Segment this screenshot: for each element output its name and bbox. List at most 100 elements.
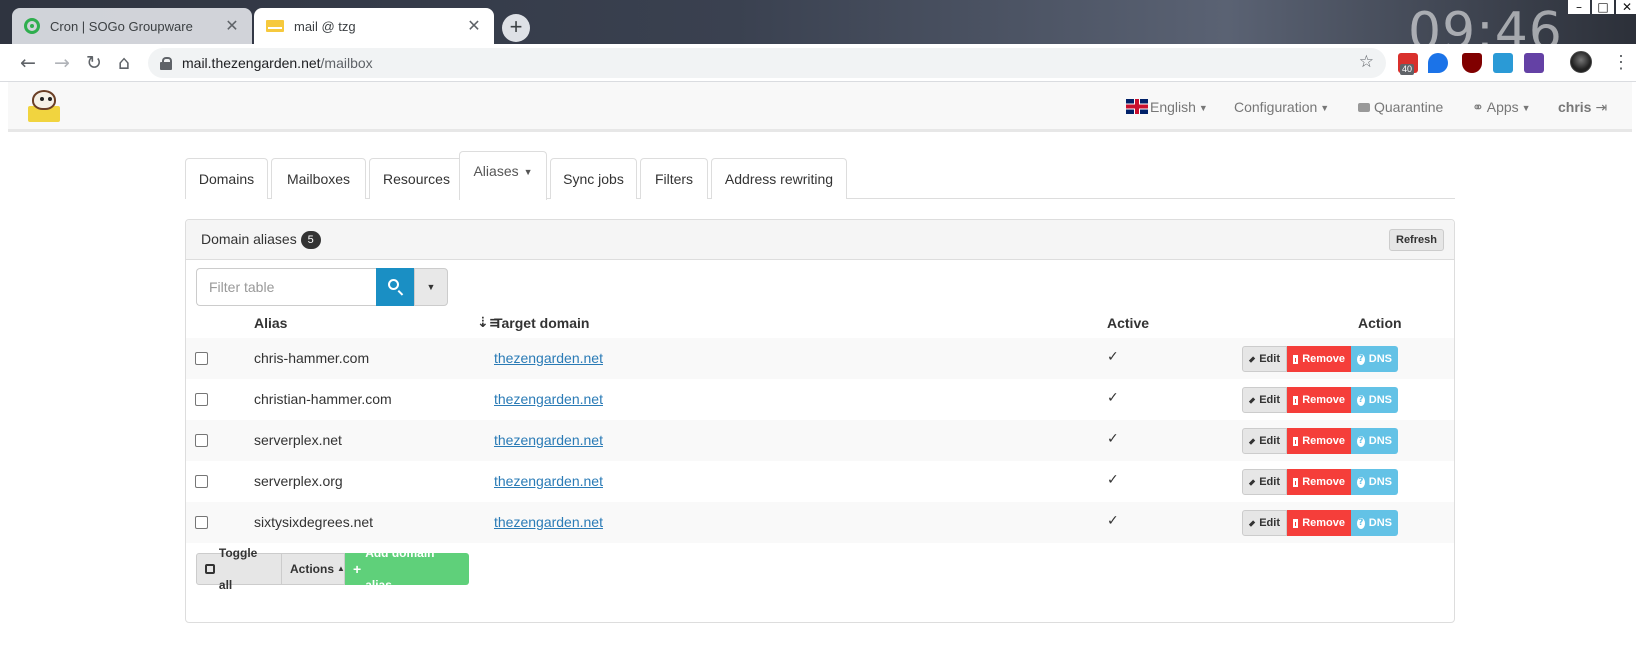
target-domain-link[interactable]: thezengarden.net (494, 473, 603, 489)
remove-button[interactable]: Remove (1287, 387, 1351, 413)
profile-avatar[interactable] (1570, 51, 1592, 73)
table-header: Alias ⇣≡ Target domain Active Action (186, 305, 1454, 342)
uk-flag-icon (1126, 99, 1148, 114)
filter-options-dropdown[interactable]: ▼ (414, 268, 448, 306)
remove-button[interactable]: Remove (1287, 428, 1351, 454)
window-minimize-button[interactable]: – (1568, 0, 1590, 14)
edit-button[interactable]: Edit (1242, 510, 1287, 536)
remove-button[interactable]: Remove (1287, 346, 1351, 372)
dns-button[interactable]: ? DNS (1351, 510, 1398, 536)
language-menu[interactable]: English ▼ (1126, 82, 1208, 132)
tab-filters[interactable]: Filters (640, 158, 708, 199)
table-footer-actions: Toggle all Actions ▲ + Add domain alias (196, 546, 469, 592)
remove-button[interactable]: Remove (1287, 510, 1351, 536)
edit-label: Edit (1259, 517, 1280, 529)
target-domain-link[interactable]: thezengarden.net (494, 391, 603, 407)
new-tab-button[interactable]: + (502, 14, 530, 42)
dns-button[interactable]: ? DNS (1351, 469, 1398, 495)
edit-button[interactable]: Edit (1242, 469, 1287, 495)
language-label: English (1150, 99, 1196, 115)
edit-button[interactable]: Edit (1242, 346, 1287, 372)
tab-mailboxes[interactable]: Mailboxes (271, 158, 366, 199)
pencil-icon (1248, 478, 1256, 486)
row-checkbox[interactable] (195, 516, 208, 529)
browser-tab-sogo[interactable]: Cron | SOGo Groupware ✕ (12, 8, 252, 44)
user-logout-link[interactable]: chris ⇥ (1558, 82, 1607, 132)
target-domain-link[interactable]: thezengarden.net (494, 514, 603, 530)
window-close-button[interactable]: ✕ (1616, 0, 1636, 14)
tab-aliases[interactable]: Aliases ▼ (459, 151, 547, 200)
close-tab-icon[interactable]: ✕ (466, 16, 482, 36)
back-icon[interactable]: ← (16, 51, 40, 75)
row-checkbox[interactable] (195, 393, 208, 406)
lock-icon (160, 57, 172, 70)
dns-label: DNS (1368, 517, 1392, 529)
remove-label: Remove (1302, 394, 1345, 406)
home-icon[interactable]: ⌂ (112, 51, 136, 75)
target-domain-link[interactable]: thezengarden.net (494, 432, 603, 448)
caret-down-icon: ▼ (523, 167, 533, 177)
mailbox-tabs: Domains Mailboxes Resources Aliases ▼ Syn… (185, 151, 1455, 200)
close-tab-icon[interactable]: ✕ (224, 16, 240, 36)
quarantine-label: Quarantine (1374, 99, 1444, 115)
edit-button[interactable]: Edit (1242, 387, 1287, 413)
tab-sync-jobs[interactable]: Sync jobs (550, 158, 637, 199)
row-actions: Edit Remove ? DNS (1242, 510, 1398, 536)
twitch-extension-icon[interactable] (1524, 53, 1544, 73)
reload-icon[interactable]: ↻ (82, 51, 106, 75)
alias-cell: chris-hammer.com (254, 350, 370, 366)
quarantine-link[interactable]: Quarantine (1358, 82, 1443, 132)
tab-resources[interactable]: Resources (369, 158, 464, 199)
caret-up-icon: ▲ (337, 564, 345, 573)
dns-button[interactable]: ? DNS (1351, 387, 1398, 413)
plus-icon: + (353, 561, 362, 577)
row-checkbox[interactable] (195, 434, 208, 447)
dns-button[interactable]: ? DNS (1351, 346, 1398, 372)
row-actions: Edit Remove ? DNS (1242, 387, 1398, 413)
apps-menu[interactable]: ⚭ Apps ▼ (1472, 82, 1531, 132)
target-domain-link[interactable]: thezengarden.net (494, 350, 603, 366)
caret-down-icon: ▼ (1521, 103, 1531, 113)
mailcow-logo[interactable] (26, 86, 62, 124)
actions-dropdown-button[interactable]: Actions ▲ (282, 553, 345, 585)
browser-menu-icon[interactable]: ⋮ (1612, 51, 1630, 73)
question-circle-icon: ? (1357, 476, 1365, 488)
camera-extension-icon[interactable] (1493, 53, 1513, 73)
remove-label: Remove (1302, 476, 1345, 488)
column-alias[interactable]: Alias (254, 315, 287, 331)
table-row: chris-hammer.com thezengarden.net ✓ Edit… (186, 338, 1454, 379)
forward-icon[interactable]: → (50, 51, 74, 75)
filter-table-input[interactable] (196, 268, 376, 306)
remove-button[interactable]: Remove (1287, 469, 1351, 495)
edit-button[interactable]: Edit (1242, 428, 1287, 454)
row-checkbox[interactable] (195, 475, 208, 488)
question-circle-icon: ? (1357, 353, 1365, 365)
configuration-menu[interactable]: Configuration ▼ (1234, 82, 1329, 132)
window-maximize-button[interactable]: □ (1592, 0, 1614, 14)
table-row: serverplex.org thezengarden.net ✓ Edit R… (186, 461, 1454, 502)
domain-aliases-panel: Domain aliases5 Refresh ▼ Alias ⇣≡ Targe… (185, 219, 1455, 623)
bookmark-star-icon[interactable]: ☆ (1359, 52, 1374, 72)
trash-icon (1293, 354, 1299, 364)
add-domain-alias-button[interactable]: + Add domain alias (345, 546, 469, 592)
tab-address-rewriting[interactable]: Address rewriting (711, 158, 847, 199)
remove-label: Remove (1302, 435, 1345, 447)
search-button[interactable] (376, 268, 414, 306)
toggle-all-button[interactable]: Toggle all (196, 546, 282, 592)
chat-extension-icon[interactable] (1428, 53, 1448, 73)
edit-label: Edit (1259, 476, 1280, 488)
question-circle-icon: ? (1357, 435, 1365, 447)
edit-label: Edit (1259, 353, 1280, 365)
ublock-shield-icon[interactable] (1462, 53, 1482, 73)
tab-domains[interactable]: Domains (185, 158, 268, 199)
row-checkbox[interactable] (195, 352, 208, 365)
browser-tab-mail[interactable]: mail @ tzg ✕ (254, 8, 494, 44)
column-target-domain[interactable]: Target domain (494, 315, 589, 331)
column-active[interactable]: Active (1107, 315, 1149, 331)
panel-heading: Domain aliases 5 Refresh (186, 220, 1454, 260)
browser-toolbar: ← → ↻ ⌂ mail.thezengarden.net/mailbox ☆ (0, 44, 1636, 82)
refresh-button[interactable]: Refresh (1389, 229, 1444, 251)
dns-button[interactable]: ? DNS (1351, 428, 1398, 454)
address-bar[interactable]: mail.thezengarden.net/mailbox ☆ (148, 48, 1386, 78)
actions-label: Actions (290, 562, 335, 576)
